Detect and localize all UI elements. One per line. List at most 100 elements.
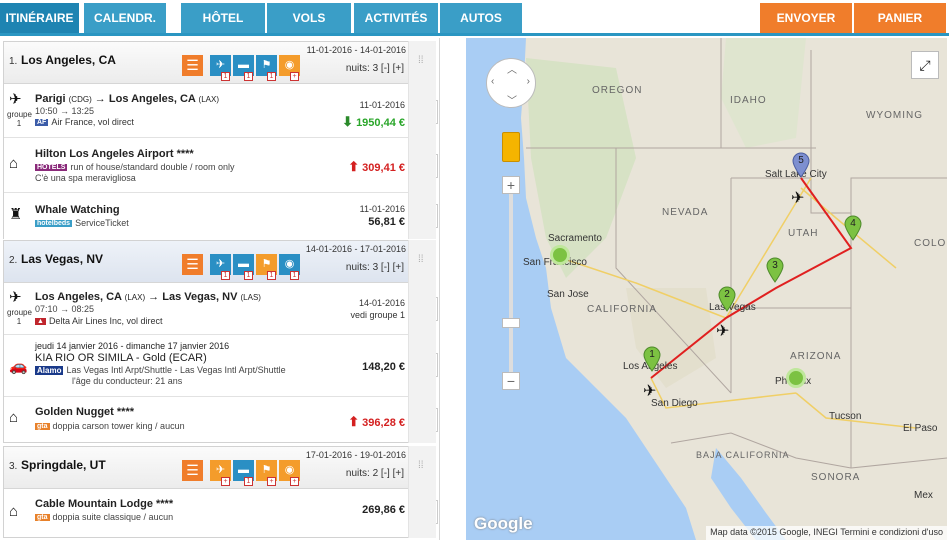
drag-handle[interactable]: ⁞⁞ (408, 41, 436, 239)
pan-down-icon[interactable]: ﹀ (507, 92, 517, 107)
route-map[interactable]: OREGON IDAHO WYOMING NEVADA UTAH CALIFOR… (466, 38, 947, 540)
car-add-icon[interactable]: ◉ + (279, 460, 300, 486)
item-date: 11-01-2016 (359, 100, 405, 110)
flag-icon[interactable]: ⚑ 1 (256, 55, 277, 81)
destination-card: 1. Los Angeles, CA ☰ ✈ 1 ▬ 1 ⚑ 1 ◉ + 11-01-2… (3, 41, 438, 239)
gta-logo: gta (35, 514, 50, 522)
destination-header[interactable]: 2. Las Vegas, NV ☰ ✈ 1 ▬ 1 ⚑ 1 ◉ 1 14-01-201… (4, 241, 408, 283)
car-title: KIA RIO OR SIMILA - Gold (ECAR) (35, 352, 207, 364)
nights-minus[interactable]: [-] (381, 262, 390, 273)
pan-control[interactable]: ︿ ﹀ ‹ › (486, 58, 536, 108)
flag-icon[interactable]: ⚑ 1 (256, 254, 277, 280)
home-icon: ⌂ (9, 155, 19, 172)
nights-plus[interactable]: [+] (393, 63, 404, 74)
nights-minus[interactable]: [-] (381, 468, 390, 479)
route-pin-icon[interactable]: 1 (643, 346, 661, 372)
badge: + (290, 477, 299, 486)
route-pin-icon[interactable]: 3 (766, 257, 784, 283)
flight-carrier: ▲ Delta Air Lines Inc, vol direct (35, 316, 163, 326)
zoom-slider-handle[interactable] (502, 318, 520, 328)
send-button[interactable]: ENVOYER (760, 3, 852, 33)
place-marker-icon[interactable] (550, 245, 570, 265)
nights-minus[interactable]: [-] (381, 63, 390, 74)
menu-icon[interactable]: ☰ (182, 254, 203, 275)
badge: + (290, 72, 299, 81)
drag-handle[interactable]: ⁞⁞ (408, 446, 436, 538)
google-logo: Google (474, 514, 533, 533)
top-nav: ITINÉRAIRE CALENDR. HÔTEL VOLS ACTIVITÉS… (0, 0, 949, 36)
hotel-title: Hilton Los Angeles Airport **** (35, 148, 194, 160)
badge: + (267, 477, 276, 486)
hotel-add-icon[interactable]: ▬ 1 (233, 254, 254, 280)
state-label: WYOMING (866, 110, 923, 121)
item-date: 14-01-2016 (358, 298, 405, 308)
home-icon: ⌂ (9, 503, 19, 520)
map-attribution[interactable]: Map data ©2015 Google, INEGI Termini e c… (706, 526, 947, 540)
state-label: IDAHO (730, 95, 767, 106)
state-label: CALIFORNIA (587, 304, 658, 315)
plane-marker-icon: ✈ (716, 323, 730, 340)
route-pin-icon[interactable]: 4 (844, 215, 862, 241)
tab-activities[interactable]: ACTIVITÉS (354, 3, 438, 33)
pan-right-icon[interactable]: › (527, 76, 530, 87)
hotel-add-icon[interactable]: ▬ 1 (233, 55, 254, 81)
destination-name: Springdale, UT (21, 458, 106, 472)
nights-control: nuits: 3 [-] [+] (345, 262, 404, 273)
car-add-icon[interactable]: ◉ + (279, 55, 300, 81)
tab-itinerary[interactable]: ITINÉRAIRE (0, 3, 79, 33)
itinerary-panel: 1. Los Angeles, CA ☰ ✈ 1 ▬ 1 ⚑ 1 ◉ + 11-01-2… (0, 38, 440, 540)
tab-cars[interactable]: AUTOS (440, 3, 522, 33)
destination-header[interactable]: 3. Springdale, UT ☰ ✈ + ▬ 1 ⚑ + ◉ + 17-01-20… (4, 447, 408, 489)
plane-marker-icon: ✈ (643, 383, 657, 400)
hotels-logo: HOTELS (35, 164, 68, 172)
hotel-add-icon[interactable]: ▬ 1 (233, 460, 254, 486)
cart-button[interactable]: PANIER (854, 3, 946, 33)
zoom-in-button[interactable]: + (502, 176, 520, 194)
state-label: BAJA CALIFORNIA (696, 450, 790, 460)
destination-dates: 17-01-2016 - 19-01-2016 (305, 450, 406, 460)
destination-name: Los Angeles, CA (21, 53, 116, 67)
street-view-pegman-icon[interactable] (502, 132, 520, 162)
menu-icon[interactable]: ☰ (182, 55, 203, 76)
nights-plus[interactable]: [+] (393, 262, 404, 273)
nights-plus[interactable]: [+] (393, 468, 404, 479)
destination-card: 2. Las Vegas, NV ☰ ✈ 1 ▬ 1 ⚑ 1 ◉ 1 14-01-201… (3, 240, 438, 443)
zoom-slider-track[interactable] (509, 194, 513, 372)
hotel-title: Golden Nugget **** (35, 406, 135, 418)
item-price: 148,20 € (362, 361, 405, 373)
route-pin-icon[interactable]: 2 (718, 286, 736, 312)
price-up-icon: ⬆ (348, 159, 360, 174)
car-icon: 🚗 (9, 358, 28, 375)
fullscreen-icon[interactable]: ⤢ (911, 51, 939, 79)
tab-calendar[interactable]: CALENDR. (84, 3, 166, 33)
item-price: 269,86 € (362, 504, 405, 516)
hotel-item: ⌂ Golden Nugget **** gta doppia carson to… (4, 397, 438, 442)
state-label: SONORA (811, 472, 861, 483)
tab-flights[interactable]: VOLS (267, 3, 351, 33)
badge: 1 (290, 271, 299, 280)
gta-logo: gta (35, 423, 50, 431)
hotel-item: ⌂ Cable Mountain Lodge **** gta doppia su… (4, 489, 438, 537)
flight-add-icon[interactable]: ✈ 1 (210, 254, 231, 280)
flag-icon[interactable]: ⚑ + (256, 460, 277, 486)
drag-handle[interactable]: ⁞⁞ (408, 240, 436, 443)
route-pin-icon[interactable]: 5 (792, 152, 810, 178)
flight-route: Parigi (CDG) → Los Angeles, CA (LAX) (35, 93, 219, 105)
city-label: Mex (914, 490, 933, 501)
group-note: vedi groupe 1 (350, 310, 405, 320)
flight-add-icon[interactable]: ✈ 1 (210, 55, 231, 81)
pan-up-icon[interactable]: ︿ (507, 61, 517, 76)
car-add-icon[interactable]: ◉ 1 (279, 254, 300, 280)
nights-control: nuits: 3 [-] [+] (345, 63, 404, 74)
state-label: NEVADA (662, 207, 709, 218)
badge: 1 (221, 72, 230, 81)
place-marker-icon[interactable] (786, 368, 806, 388)
destination-header[interactable]: 1. Los Angeles, CA ☰ ✈ 1 ▬ 1 ⚑ 1 ◉ + 11-01-2… (4, 42, 408, 84)
hotel-title: Cable Mountain Lodge **** (35, 498, 174, 510)
zoom-out-button[interactable]: − (502, 372, 520, 390)
tab-hotel[interactable]: HÔTEL (181, 3, 265, 33)
pan-left-icon[interactable]: ‹ (491, 76, 494, 87)
activity-type: hotelbeds ServiceTicket (35, 218, 129, 228)
flight-add-icon[interactable]: ✈ + (210, 460, 231, 486)
menu-icon[interactable]: ☰ (182, 460, 203, 481)
